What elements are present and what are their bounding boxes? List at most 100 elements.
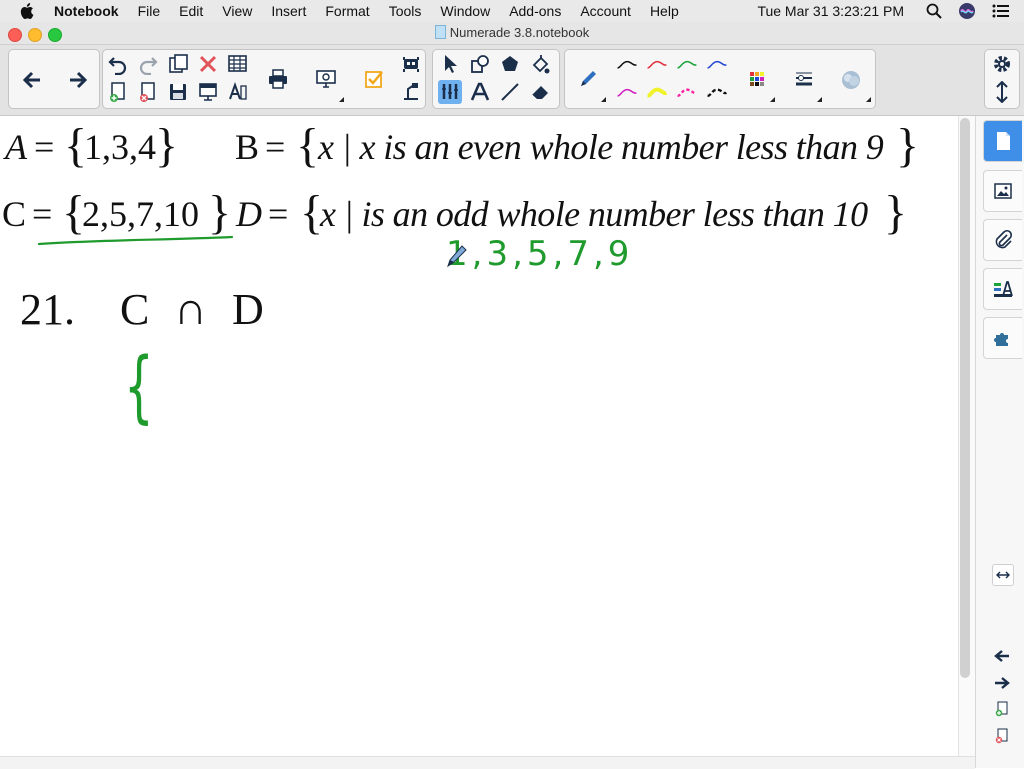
- page-sorter-icon: [997, 132, 1010, 150]
- control-center-list-icon[interactable]: [992, 4, 1010, 18]
- menu-format[interactable]: Format: [325, 3, 369, 19]
- properties-icon: [994, 281, 1013, 297]
- menu-bar: Notebook File Edit View Insert Format To…: [0, 0, 1024, 22]
- pen-color-green[interactable]: [673, 52, 701, 76]
- delete-page-icon[interactable]: [136, 80, 160, 104]
- handwritten-open-brace: {: [124, 342, 154, 432]
- menu-tools[interactable]: Tools: [389, 3, 422, 19]
- puzzle-piece-icon: [994, 333, 1008, 346]
- delete-icon[interactable]: [196, 52, 220, 76]
- set-b-label: B: [235, 127, 260, 167]
- pen-style-dropdown-caret[interactable]: [601, 97, 606, 102]
- set-a-elements: 1,3,4: [84, 127, 156, 167]
- undo-icon[interactable]: [106, 52, 130, 76]
- attachments-tab[interactable]: [983, 219, 1022, 261]
- siri-icon[interactable]: [958, 2, 976, 20]
- menu-add-ons[interactable]: Add-ons: [509, 3, 561, 19]
- problem-set-c: C: [120, 285, 150, 334]
- window-title-text: Numerade 3.8.notebook: [449, 25, 590, 40]
- side-delete-page-icon[interactable]: [992, 726, 1012, 746]
- document-camera-icon[interactable]: [399, 80, 423, 104]
- handwritten-odd-numbers: 1,3,5,7,9: [446, 234, 634, 274]
- menu-app-name[interactable]: Notebook: [54, 3, 119, 19]
- pens-icon[interactable]: [438, 80, 462, 104]
- pen-color-yellow[interactable]: [643, 80, 671, 104]
- toolbar-position-icon[interactable]: [990, 80, 1014, 104]
- side-add-page-icon[interactable]: [992, 699, 1012, 719]
- paperclip-icon: [995, 229, 1013, 249]
- line-thickness-dropdown-caret[interactable]: [817, 97, 822, 102]
- spotlight-search-icon[interactable]: [926, 3, 942, 19]
- color-palette-dropdown-caret[interactable]: [770, 97, 775, 102]
- fill-icon[interactable]: [528, 52, 552, 76]
- set-d-close-brace: }: [884, 186, 908, 239]
- add-ons-tab[interactable]: [983, 317, 1022, 359]
- response-check-icon[interactable]: [360, 65, 388, 93]
- set-d-equals: =: [268, 194, 289, 234]
- window-title: Numerade 3.8.notebook: [0, 25, 1024, 42]
- fill-effects-icon[interactable]: [836, 65, 866, 95]
- set-d-description: x | is an odd whole number less than 10: [320, 194, 868, 234]
- fill-effects-dropdown-caret[interactable]: [866, 97, 871, 102]
- menu-edit[interactable]: Edit: [179, 3, 203, 19]
- pen-color-black-dashed[interactable]: [703, 80, 731, 104]
- print-icon[interactable]: [264, 65, 292, 93]
- text-tools-icon[interactable]: [226, 80, 250, 104]
- document-icon: [434, 25, 446, 42]
- set-b-description: x | x is an even whole number less than …: [318, 127, 884, 167]
- set-b-close-brace: }: [896, 119, 920, 172]
- menu-window[interactable]: Window: [440, 3, 490, 19]
- side-next-page-icon[interactable]: [992, 673, 1012, 693]
- pen-color-magenta[interactable]: [613, 80, 641, 104]
- table-icon[interactable]: [226, 52, 250, 76]
- pen-cursor-icon: [447, 245, 467, 268]
- shapes-icon[interactable]: [468, 52, 492, 76]
- set-c-label: C: [2, 194, 27, 234]
- pen-style-icon[interactable]: [574, 65, 602, 93]
- side-panel: [975, 116, 1024, 768]
- expand-panel-icon[interactable]: [992, 564, 1014, 586]
- menu-account[interactable]: Account: [580, 3, 631, 19]
- pen-color-black[interactable]: [613, 52, 641, 76]
- properties-tab[interactable]: [983, 268, 1022, 310]
- add-page-icon[interactable]: [106, 80, 130, 104]
- regular-polygons-icon[interactable]: [498, 52, 522, 76]
- line-thickness-icon[interactable]: [790, 65, 818, 93]
- color-palette-icon[interactable]: [743, 65, 771, 93]
- pen-color-pink-dashed[interactable]: [673, 80, 701, 104]
- menu-view[interactable]: View: [222, 3, 252, 19]
- vertical-scrollbar-thumb[interactable]: [960, 118, 970, 678]
- menu-file[interactable]: File: [138, 3, 161, 19]
- pen-color-blue[interactable]: [703, 52, 731, 76]
- intersection-symbol: ∩: [174, 283, 208, 334]
- page-sorter-tab[interactable]: [983, 120, 1022, 162]
- text-icon[interactable]: [468, 80, 492, 104]
- side-previous-page-icon[interactable]: [992, 646, 1012, 666]
- set-a-equals: =: [34, 127, 55, 167]
- gear-icon[interactable]: [990, 52, 1014, 76]
- eraser-icon[interactable]: [528, 80, 552, 104]
- menu-insert[interactable]: Insert: [271, 3, 306, 19]
- pen-color-red[interactable]: [643, 52, 671, 76]
- screen-shade-icon[interactable]: [196, 80, 220, 104]
- gallery-icon: [994, 183, 1012, 199]
- screen-capture-icon[interactable]: [312, 65, 340, 93]
- bottom-status-strip: [0, 756, 975, 769]
- menu-clock[interactable]: Tue Mar 31 3:23:21 PM: [757, 3, 904, 19]
- gallery-tab[interactable]: [983, 170, 1022, 212]
- select-arrow-icon[interactable]: [438, 52, 462, 76]
- next-page-button[interactable]: [65, 67, 91, 93]
- save-icon[interactable]: [166, 80, 190, 104]
- set-c-equals: =: [32, 194, 53, 234]
- set-b-equals: =: [265, 127, 286, 167]
- main-toolbar: [0, 45, 1024, 116]
- lines-icon[interactable]: [498, 80, 522, 104]
- redo-icon[interactable]: [136, 52, 160, 76]
- apple-icon[interactable]: [20, 3, 34, 19]
- menu-help[interactable]: Help: [650, 3, 679, 19]
- paste-icon[interactable]: [166, 52, 190, 76]
- screen-capture-dropdown-caret[interactable]: [339, 97, 344, 102]
- notebook-page-canvas[interactable]: A = { 1,3,4 } B = { x | x is an even who…: [0, 116, 958, 756]
- previous-page-button[interactable]: [19, 67, 45, 93]
- add-ons-icon[interactable]: [399, 52, 423, 76]
